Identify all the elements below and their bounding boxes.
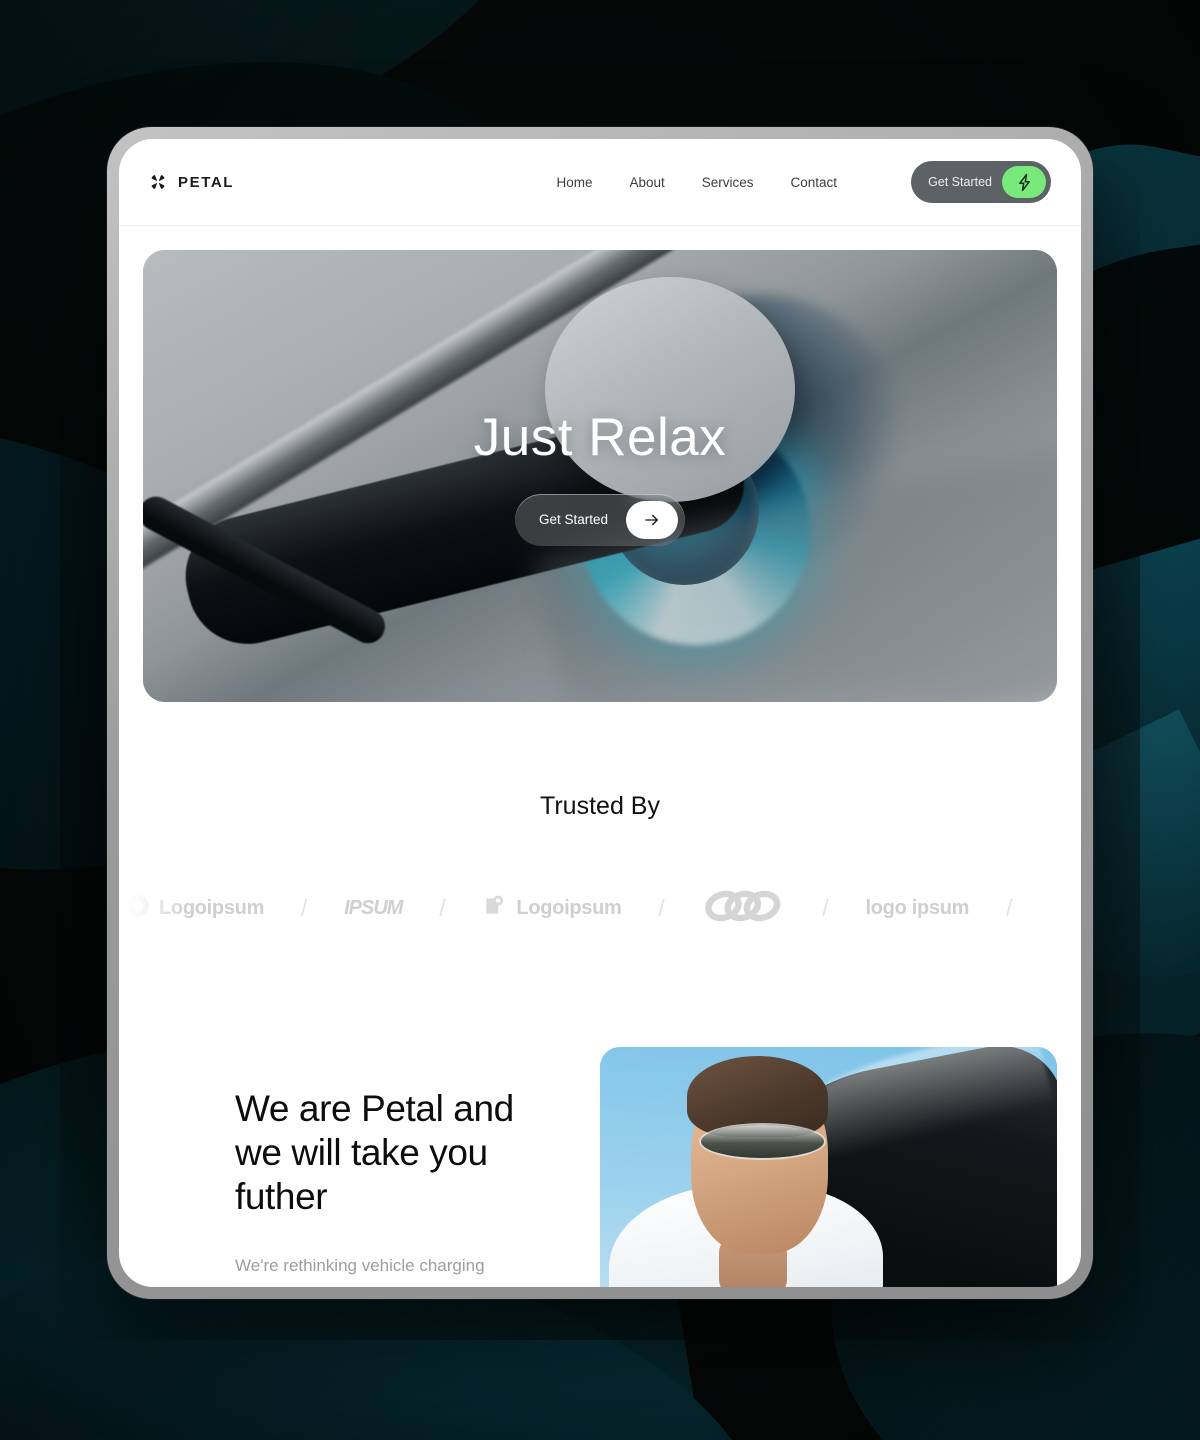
logo-label: Logoipsum — [159, 896, 265, 919]
about-photo — [600, 1047, 1057, 1287]
hero-content: Just Relax Get Started — [143, 250, 1057, 702]
navbar: PETAL Home About Services Contact Get St… — [119, 139, 1081, 226]
brand-logo[interactable]: PETAL — [147, 171, 234, 193]
about-section: We are Petal and we will take you futher… — [119, 939, 1081, 1287]
logo-strip: Logoipsum / IPSUM / Logoipsum / / logo i… — [119, 877, 1081, 939]
about-body: We're rethinking vehicle charging to be … — [235, 1256, 485, 1276]
infinity-links-icon — [702, 888, 786, 929]
logo-separator: / — [658, 894, 665, 921]
device-frame: PETAL Home About Services Contact Get St… — [107, 127, 1093, 1299]
petal-x-icon — [147, 171, 169, 193]
hero-title: Just Relax — [473, 407, 727, 467]
hero-get-started-button[interactable]: Get Started — [514, 493, 686, 546]
logo-strip-row: Logoipsum / IPSUM / Logoipsum / / logo i… — [119, 877, 1081, 939]
logo-separator: / — [439, 894, 446, 921]
nav-links: Home About Services Contact Get Started — [556, 161, 1051, 203]
device-screen: PETAL Home About Services Contact Get St… — [119, 139, 1081, 1287]
logo-logoipsum-infinity — [702, 888, 786, 929]
logo-logoipsum-circle: Logoipsum — [125, 893, 264, 924]
photo-sunglasses — [700, 1125, 824, 1158]
location-pin-icon — [482, 893, 508, 924]
circle-ring-icon — [125, 893, 151, 924]
logo-label: Logoipsum — [516, 896, 622, 919]
nav-link-about[interactable]: About — [629, 175, 664, 190]
nav-link-home[interactable]: Home — [556, 175, 592, 190]
about-image-column — [600, 1047, 1081, 1287]
logo-logoipsum-pin: Logoipsum — [482, 893, 622, 924]
lightning-bolt-icon — [1002, 166, 1046, 198]
trusted-by-title: Trusted By — [540, 792, 660, 820]
logo-separator: / — [1005, 894, 1013, 921]
logo-ipsum-wordmark: IPSUM — [344, 896, 403, 920]
logo-separator: / — [300, 894, 308, 921]
nav-get-started-label: Get Started — [928, 175, 992, 189]
logo-logo-bear-ipsum: logo ipsum — [866, 897, 970, 920]
logo-separator: / — [822, 894, 829, 921]
trusted-by-section: Trusted By Logoipsum / IPSUM / Logoipsum… — [119, 702, 1081, 939]
hero-get-started-label: Get Started — [538, 512, 609, 527]
about-text-column: We are Petal and we will take you futher… — [119, 1047, 600, 1287]
nav-link-contact[interactable]: Contact — [791, 175, 838, 190]
hero-section: Just Relax Get Started — [119, 226, 1081, 702]
brand-name: PETAL — [178, 173, 235, 191]
about-heading: We are Petal and we will take you futher — [235, 1088, 514, 1218]
nav-get-started-button[interactable]: Get Started — [911, 161, 1051, 203]
logo-label: IPSUM — [344, 896, 403, 919]
arrow-right-icon — [626, 500, 679, 539]
nav-link-services[interactable]: Services — [702, 175, 754, 190]
hero-banner: Just Relax Get Started — [143, 250, 1057, 702]
